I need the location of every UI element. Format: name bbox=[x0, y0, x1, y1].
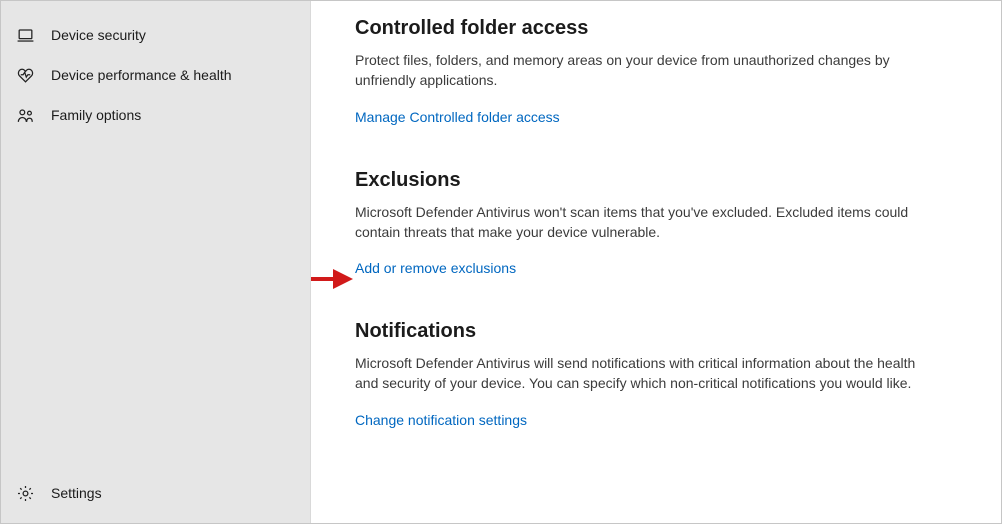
sidebar-item-device-performance-health[interactable]: Device performance & health bbox=[1, 55, 310, 95]
section-exclusions: Exclusions Microsoft Defender Antivirus … bbox=[355, 169, 935, 277]
sidebar-top: Device security Device performance & hea… bbox=[1, 1, 310, 473]
main-content: Controlled folder access Protect files, … bbox=[311, 1, 1001, 523]
annotation-arrow bbox=[311, 261, 355, 297]
sidebar-item-device-security[interactable]: Device security bbox=[1, 15, 310, 55]
family-icon bbox=[15, 105, 35, 125]
sidebar-item-label: Device security bbox=[51, 27, 146, 43]
sidebar-item-family-options[interactable]: Family options bbox=[1, 95, 310, 135]
laptop-icon bbox=[15, 25, 35, 45]
section-body: Microsoft Defender Antivirus won't scan … bbox=[355, 202, 935, 243]
sidebar-bottom: Settings bbox=[1, 473, 310, 523]
section-controlled-folder-access: Controlled folder access Protect files, … bbox=[355, 17, 935, 125]
section-title: Controlled folder access bbox=[355, 17, 935, 40]
gear-icon bbox=[15, 483, 35, 503]
section-notifications: Notifications Microsoft Defender Antivir… bbox=[355, 320, 935, 428]
section-body: Protect files, folders, and memory areas… bbox=[355, 50, 935, 91]
sidebar: Device security Device performance & hea… bbox=[1, 1, 311, 523]
section-body: Microsoft Defender Antivirus will send n… bbox=[355, 353, 935, 394]
sidebar-item-settings[interactable]: Settings bbox=[1, 473, 310, 513]
sidebar-item-label: Device performance & health bbox=[51, 67, 232, 83]
link-add-or-remove-exclusions[interactable]: Add or remove exclusions bbox=[355, 260, 516, 276]
app-layout: Device security Device performance & hea… bbox=[1, 1, 1001, 523]
link-manage-controlled-folder-access[interactable]: Manage Controlled folder access bbox=[355, 109, 560, 125]
sidebar-item-label: Family options bbox=[51, 107, 141, 123]
sidebar-item-label: Settings bbox=[51, 485, 102, 501]
link-change-notification-settings[interactable]: Change notification settings bbox=[355, 412, 527, 428]
section-title: Notifications bbox=[355, 320, 935, 343]
heart-icon bbox=[15, 65, 35, 85]
section-title: Exclusions bbox=[355, 169, 935, 192]
